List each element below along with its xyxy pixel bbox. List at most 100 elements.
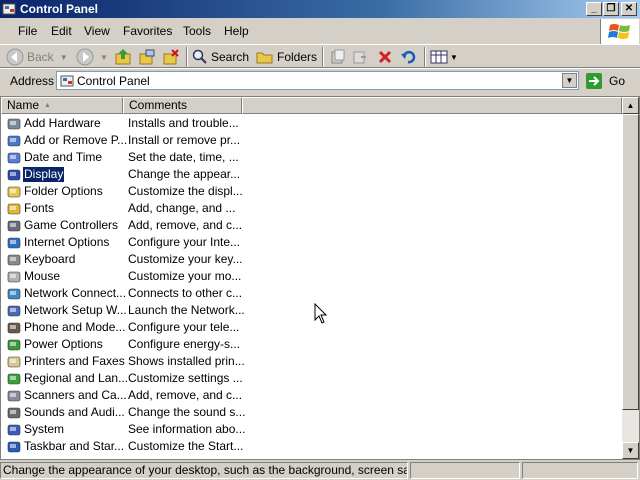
list-item[interactable]: Game Controllers Add, remove, and c... <box>1 217 621 234</box>
control-panel-icon <box>60 75 74 87</box>
views-icon <box>430 50 448 64</box>
item-name: Scanners and Ca... <box>24 388 127 402</box>
list-item[interactable]: Power Options Configure energy-s... <box>1 336 621 353</box>
scroll-down-button[interactable]: ▼ <box>622 442 639 459</box>
fonts-folder-icon <box>7 203 21 215</box>
item-name: Phone and Mode... <box>24 320 126 334</box>
undo-button[interactable] <box>400 48 416 66</box>
vertical-scrollbar[interactable]: ▲ ▼ <box>622 97 639 459</box>
list-item[interactable]: Regional and Lan... Customize settings ..… <box>1 370 621 387</box>
list-item[interactable]: Taskbar and Star... Customize the Start..… <box>1 438 621 455</box>
search-button[interactable]: Search <box>192 48 249 66</box>
windows-flag-icon <box>608 24 630 39</box>
up-folder-icon <box>115 49 131 65</box>
views-button[interactable]: ▼ <box>430 48 458 66</box>
item-name: Add or Remove P... <box>24 133 128 147</box>
address-field[interactable]: Control Panel ▼ <box>56 71 579 90</box>
list-item[interactable]: Network Setup W... Launch the Network... <box>1 302 621 319</box>
list-item[interactable]: Add Hardware Installs and trouble... <box>1 115 621 132</box>
printer-icon <box>7 356 21 368</box>
address-bar: Address Control Panel ▼ Go <box>0 68 640 92</box>
control-panel-icon <box>2 3 16 15</box>
list-item[interactable]: Mouse Customize your mo... <box>1 268 621 285</box>
menu-file[interactable]: File <box>18 24 37 38</box>
computer-icon <box>7 424 21 436</box>
item-comment: Add, change, and ... <box>128 201 236 215</box>
window-title: Control Panel <box>20 2 99 16</box>
copy-to-folder-icon <box>353 51 366 64</box>
menu-view[interactable]: View <box>84 24 110 38</box>
menu-bar: File Edit View Favorites Tools Help <box>0 20 600 42</box>
list-item[interactable]: Add or Remove P... Install or remove pr..… <box>1 132 621 149</box>
item-name: Game Controllers <box>24 218 119 232</box>
address-label: Address <box>10 74 55 88</box>
regional-globe-icon <box>7 373 21 385</box>
item-name: Display <box>21 166 66 183</box>
address-value: Control Panel <box>77 74 150 88</box>
folders-button[interactable]: Folders <box>256 48 317 66</box>
delete-button[interactable] <box>377 48 393 66</box>
item-name: Network Setup W... <box>24 303 127 317</box>
status-panel-3 <box>522 462 638 479</box>
list-item[interactable]: Folder Options Customize the displ... <box>1 183 621 200</box>
item-comment: Configure your tele... <box>128 320 240 334</box>
sort-ascending-icon: ▲ <box>44 102 51 109</box>
speaker-icon <box>7 407 21 419</box>
menu-edit[interactable]: Edit <box>51 24 72 38</box>
menu-tools[interactable]: Tools <box>183 24 211 38</box>
phone-icon <box>7 322 21 334</box>
restore-button[interactable]: ❐ <box>603 2 619 16</box>
add-remove-icon <box>7 135 21 147</box>
go-button[interactable]: Go <box>585 71 625 91</box>
scroll-thumb[interactable] <box>622 114 639 410</box>
list-item[interactable]: Keyboard Customize your key... <box>1 251 621 268</box>
list-item[interactable]: System See information abo... <box>1 421 621 438</box>
close-button[interactable]: ✕ <box>621 2 637 16</box>
folders-label: Folders <box>277 50 318 64</box>
status-bar: Change the appearance of your desktop, s… <box>0 461 640 480</box>
up-folder-button[interactable] <box>114 48 132 66</box>
column-header-name[interactable]: Name ▲ <box>1 97 123 114</box>
toolbar-separator <box>424 47 426 67</box>
item-name: Internet Options <box>24 235 110 249</box>
list-item[interactable]: Phone and Mode... Configure your tele... <box>1 319 621 336</box>
minimize-button[interactable]: _ <box>586 2 602 16</box>
title-bar[interactable]: Control Panel _ ❐ ✕ <box>0 0 640 18</box>
list-item[interactable]: Printers and Faxes Shows installed prin..… <box>1 353 621 370</box>
copy-to-icon <box>163 49 179 65</box>
keyboard-icon <box>7 254 21 266</box>
move-to-folder-button[interactable] <box>330 48 346 66</box>
go-arrow-icon <box>586 73 602 89</box>
items-list-view[interactable]: Name ▲ Comments Add Hardware Installs and… <box>0 96 640 460</box>
item-comment: Connects to other c... <box>128 286 243 300</box>
network-wizard-icon <box>7 305 21 317</box>
list-item[interactable]: Date and Time Set the date, time, ... <box>1 149 621 166</box>
column-header-comments[interactable]: Comments <box>123 97 242 114</box>
go-label: Go <box>609 74 626 88</box>
move-to-icon <box>139 49 155 65</box>
menu-favorites[interactable]: Favorites <box>123 24 172 38</box>
item-name: Sounds and Audi... <box>24 405 125 419</box>
scanner-icon <box>7 390 21 402</box>
scroll-up-button[interactable]: ▲ <box>622 97 639 114</box>
address-dropdown-button[interactable]: ▼ <box>562 73 577 88</box>
list-item[interactable]: Scanners and Ca... Add, remove, and c... <box>1 387 621 404</box>
menu-help[interactable]: Help <box>224 24 249 38</box>
forward-button[interactable]: ▼ <box>76 48 108 66</box>
list-item[interactable]: Sounds and Audi... Change the sound s... <box>1 404 621 421</box>
item-comment: Change the appear... <box>128 167 241 181</box>
list-item[interactable]: Network Connect... Connects to other c... <box>1 285 621 302</box>
back-button[interactable]: Back ▼ <box>6 48 68 66</box>
item-comment: Change the sound s... <box>128 405 246 419</box>
list-item[interactable]: Internet Options Configure your Inte... <box>1 234 621 251</box>
item-name: Mouse <box>24 269 61 283</box>
list-item[interactable]: Fonts Add, change, and ... <box>1 200 621 217</box>
delete-folder-button[interactable] <box>162 48 180 66</box>
list-item[interactable]: Display Change the appear... <box>1 166 621 183</box>
copy-to-folder-button[interactable] <box>352 48 368 66</box>
toolbar-separator <box>322 47 324 67</box>
move-to-button[interactable] <box>138 48 156 66</box>
mouse-icon <box>7 271 21 283</box>
back-label: Back <box>27 50 54 64</box>
globe-icon <box>7 237 21 249</box>
